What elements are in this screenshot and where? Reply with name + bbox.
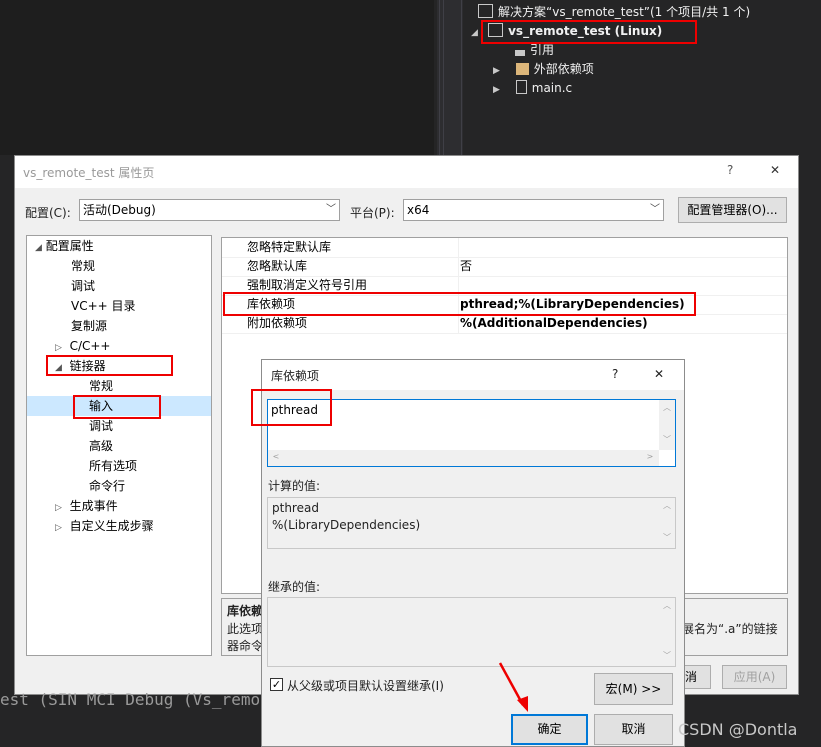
scroll-up-icon: ︿ [663, 501, 671, 510]
tree-config-properties[interactable]: ◢ 配置属性 [35, 236, 94, 256]
macro-button[interactable]: 宏(M) >> [594, 673, 673, 705]
tree-item-debugging[interactable]: 调试 [71, 276, 95, 296]
dialog-title: 库依赖项 [271, 369, 320, 383]
description-line: 器命令 [227, 639, 264, 653]
description-line: 此选项 [227, 622, 264, 636]
cancel-button[interactable]: 取消 [594, 714, 673, 745]
inherited-value-label: 继承的值: [268, 580, 321, 594]
window-title: vs_remote_test 属性页 [23, 166, 155, 180]
grid-row[interactable]: 忽略特定默认库 [222, 238, 787, 258]
vertical-scrollbar[interactable]: ︿ ﹀ [659, 498, 675, 548]
expanded-arrow-icon: ◢ [35, 243, 42, 253]
main-c-node[interactable]: ▶ main.c [493, 79, 572, 97]
chevron-down-icon: ﹀ [650, 204, 660, 215]
tree-item-vc-directories[interactable]: VC++ 目录 [71, 296, 136, 316]
computed-value-label: 计算的值: [268, 479, 321, 493]
vertical-scrollbar[interactable]: ︿ ﹀ [659, 598, 675, 666]
tree-item-c-cpp[interactable]: ▷ C/C++ [55, 336, 110, 356]
tree-linker-general[interactable]: 常规 [89, 376, 113, 396]
inherited-value-box: ︿ ﹀ [267, 597, 676, 667]
tree-linker-all-options[interactable]: 所有选项 [89, 456, 137, 476]
arrow-annotation-icon [498, 662, 528, 712]
scroll-up-icon: ︿ [663, 601, 671, 610]
apply-button[interactable]: 应用(A) [722, 665, 787, 689]
config-select[interactable]: 活动(Debug) ﹀ [79, 199, 340, 221]
background-output-text: est (SIN MCI Debug (Vs_remote [0, 690, 280, 709]
tree-linker-command-line[interactable]: 命令行 [89, 476, 125, 496]
highlight-pthread [251, 389, 332, 426]
solution-node[interactable]: 解决方案“vs_remote_test”(1 个项目/共 1 个) [478, 3, 750, 21]
scroll-up-icon: ︿ [663, 403, 671, 412]
collapsed-arrow-icon: ▷ [55, 523, 62, 533]
solution-icon [478, 4, 493, 18]
tree-item-custom-build-step[interactable]: ▷ 自定义生成步骤 [55, 516, 154, 536]
grid-row[interactable]: 附加依赖项 %(AdditionalDependencies) [222, 314, 787, 334]
help-button[interactable]: ? [612, 367, 618, 381]
horizontal-scrollbar[interactable]: < > [268, 450, 659, 466]
vertical-scrollbar[interactable]: ︿ ﹀ [659, 400, 675, 450]
scroll-down-icon: ﹀ [663, 533, 671, 542]
collapsed-arrow-icon: ▶ [493, 66, 500, 76]
external-deps-node[interactable]: ▶ 外部依赖项 [493, 60, 594, 78]
watermark: CSDN @Dontla [678, 720, 798, 739]
code-editor-area [0, 0, 434, 155]
chevron-down-icon: ﹀ [326, 204, 336, 215]
tree-item-build-events[interactable]: ▷ 生成事件 [55, 496, 118, 516]
collapsed-arrow-icon: ▶ [493, 85, 500, 95]
expanded-arrow-icon: ◢ [471, 28, 478, 38]
highlight-linker [46, 355, 173, 376]
c-file-icon [515, 80, 527, 94]
ok-button-partial[interactable]: 消 [685, 665, 711, 689]
computed-value-box: pthread %(LibraryDependencies) ︿ ﹀ [267, 497, 676, 549]
help-button[interactable]: ? [727, 163, 733, 177]
collapsed-arrow-icon: ▷ [55, 503, 62, 513]
references-icon [515, 50, 525, 56]
scroll-down-icon: ﹀ [663, 435, 671, 444]
close-icon[interactable]: ✕ [654, 367, 664, 381]
tree-linker-debugging[interactable]: 调试 [89, 416, 113, 436]
inherit-checkbox[interactable]: ✓ [270, 678, 283, 691]
tree-item-copy-sources[interactable]: 复制源 [71, 316, 107, 336]
description-title: 库依赖 [227, 604, 264, 618]
close-icon[interactable]: ✕ [770, 163, 780, 177]
highlight-input [73, 395, 161, 419]
tree-linker-advanced[interactable]: 高级 [89, 436, 113, 456]
collapsed-arrow-icon: ▷ [55, 343, 62, 353]
platform-label: 平台(P): [350, 206, 395, 220]
inherit-checkbox-label[interactable]: 从父级或项目默认设置继承(I) [287, 677, 444, 694]
scroll-right-icon: > [646, 452, 654, 461]
dialog-titlebar: 库依赖项 ? ✕ [262, 360, 684, 390]
tree-item-general[interactable]: 常规 [71, 256, 95, 276]
ide-splitter[interactable] [437, 0, 463, 155]
highlight-project [481, 20, 697, 44]
scroll-down-icon: ﹀ [663, 651, 671, 660]
platform-select[interactable]: x64 ﹀ [403, 199, 664, 221]
property-window-titlebar: vs_remote_test 属性页 ? ✕ [15, 156, 798, 188]
grid-row[interactable]: 忽略默认库否 [222, 257, 787, 277]
property-tree: ◢ 配置属性 常规 调试 VC++ 目录 复制源 ▷ C/C++ ◢ 链接器 常… [26, 235, 212, 656]
highlight-library-deps [223, 292, 696, 316]
config-manager-button[interactable]: 配置管理器(O)... [678, 197, 787, 223]
ok-button[interactable]: 确定 [511, 714, 588, 745]
scroll-left-icon: < [272, 452, 280, 461]
folder-icon [515, 63, 529, 75]
config-label: 配置(C): [25, 206, 71, 220]
description-line: 展名为“.a”的链接 [682, 622, 778, 636]
